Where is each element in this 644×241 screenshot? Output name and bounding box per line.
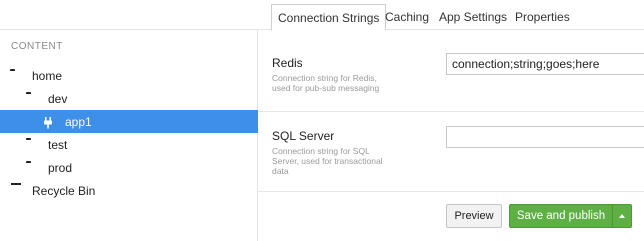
tab-app-settings[interactable]: App Settings: [433, 4, 513, 30]
tree-item-label: Recycle Bin: [32, 183, 96, 198]
tree-item-home[interactable]: home: [0, 64, 258, 87]
tree-item-test[interactable]: test: [0, 133, 258, 156]
caret-up-icon: [619, 214, 625, 218]
action-bar: Preview Save and publish: [258, 196, 644, 241]
tree-item-app1[interactable]: app1: [0, 110, 258, 133]
folder-icon: [26, 94, 38, 104]
redis-connection-input[interactable]: [446, 53, 644, 75]
tree-item-label: home: [32, 68, 63, 83]
redis-description: Connection string for Redis, used for pu…: [272, 73, 380, 93]
tab-properties[interactable]: Properties: [509, 4, 576, 30]
sql-server-label: SQL Server: [272, 129, 335, 143]
tree-item-label: dev: [48, 91, 68, 106]
tree-item-label: test: [48, 137, 68, 152]
folder-icon: [10, 71, 22, 81]
redis-label: Redis: [272, 56, 303, 70]
tree-item-prod[interactable]: prod: [0, 156, 258, 179]
folder-icon: [26, 140, 38, 150]
property-divider: [258, 111, 644, 112]
tab-connection-strings[interactable]: Connection Strings: [271, 4, 387, 31]
property-divider: [258, 191, 644, 192]
sql-server-connection-input[interactable]: [446, 126, 644, 148]
tree-item-label: app1: [65, 114, 92, 129]
publish-options-button[interactable]: [612, 204, 632, 228]
tree-item-recycle-bin[interactable]: Recycle Bin: [0, 179, 258, 202]
save-and-publish-button[interactable]: Save and publish: [509, 204, 613, 228]
folder-icon: [26, 163, 38, 173]
content-section-title: CONTENT: [11, 41, 63, 52]
sidebar-header: [0, 0, 258, 30]
content-tree-sidebar: CONTENT home dev app1 test prod Recycle …: [0, 0, 258, 241]
preview-button[interactable]: Preview: [446, 204, 502, 228]
tree-item-label: prod: [48, 160, 73, 175]
trash-icon: [10, 186, 22, 196]
plug-icon: [43, 116, 55, 128]
tab-caching[interactable]: Caching: [379, 4, 435, 30]
editor-tabs: Connection Strings Caching App Settings …: [258, 0, 644, 31]
sql-server-description: Connection string for SQL Server, used f…: [272, 146, 383, 176]
tree-item-dev[interactable]: dev: [0, 87, 258, 110]
